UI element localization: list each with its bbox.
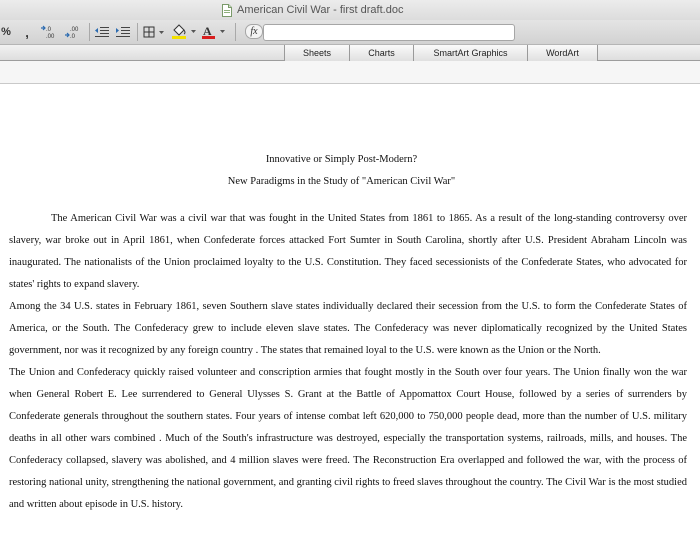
font-color-button[interactable]: A bbox=[200, 20, 228, 44]
paint-bucket-icon bbox=[172, 24, 196, 39]
borders-button[interactable] bbox=[142, 20, 166, 44]
borders-icon bbox=[143, 26, 164, 38]
font-color-icon: A bbox=[202, 24, 225, 39]
toolbar-separator bbox=[235, 23, 236, 41]
comma-style-button[interactable]: , bbox=[22, 20, 32, 44]
svg-text:.0: .0 bbox=[46, 27, 52, 33]
tab-sheets[interactable]: Sheets bbox=[284, 45, 350, 61]
window-title: American Civil War - first draft.doc bbox=[222, 3, 403, 17]
paragraph: The Union and Confederacy quickly raised… bbox=[9, 367, 687, 510]
decrease-decimal-button[interactable]: .00 .0 bbox=[64, 20, 84, 44]
toolbar-separator bbox=[89, 23, 90, 41]
fill-color-button[interactable] bbox=[170, 20, 198, 44]
increase-indent-button[interactable] bbox=[114, 20, 132, 44]
chevron-down-icon bbox=[159, 31, 164, 34]
window-title-text: American Civil War - first draft.doc bbox=[237, 4, 404, 16]
paragraph: The American Civil War was a civil war t… bbox=[9, 213, 687, 290]
svg-text:.0: .0 bbox=[70, 34, 76, 40]
document-icon bbox=[222, 3, 232, 17]
formula-bar-input[interactable] bbox=[263, 24, 515, 41]
increase-indent-icon bbox=[116, 27, 130, 37]
percent-style-button[interactable]: % bbox=[0, 20, 12, 44]
function-button[interactable]: fx bbox=[245, 24, 263, 39]
tab-smartart-graphics[interactable]: SmartArt Graphics bbox=[413, 45, 528, 61]
svg-text:.00: .00 bbox=[70, 27, 79, 33]
document-title: Innovative or Simply Post-Modern? bbox=[265, 154, 418, 165]
increase-decimal-button[interactable]: .0 .00 bbox=[40, 20, 60, 44]
decrease-indent-button[interactable] bbox=[93, 20, 111, 44]
decrease-indent-icon bbox=[95, 27, 109, 37]
ribbon-panel bbox=[0, 61, 700, 84]
paragraph: Among the 34 U.S. states in February 186… bbox=[9, 301, 687, 356]
svg-text:.00: .00 bbox=[46, 34, 55, 40]
document-body[interactable]: The American Civil War was a civil war t… bbox=[9, 208, 687, 516]
tab-wordart[interactable]: WordArt bbox=[527, 45, 598, 61]
tab-charts[interactable]: Charts bbox=[349, 45, 414, 61]
increase-decimal-icon: .0 .00 bbox=[41, 25, 55, 40]
svg-text:A: A bbox=[203, 24, 212, 38]
decrease-decimal-icon: .00 .0 bbox=[65, 27, 79, 40]
document-subtitle: New Paradigms in the Study of "American … bbox=[227, 176, 456, 187]
title-bar: American Civil War - first draft.doc bbox=[0, 0, 700, 20]
toolbar-separator bbox=[137, 23, 138, 41]
